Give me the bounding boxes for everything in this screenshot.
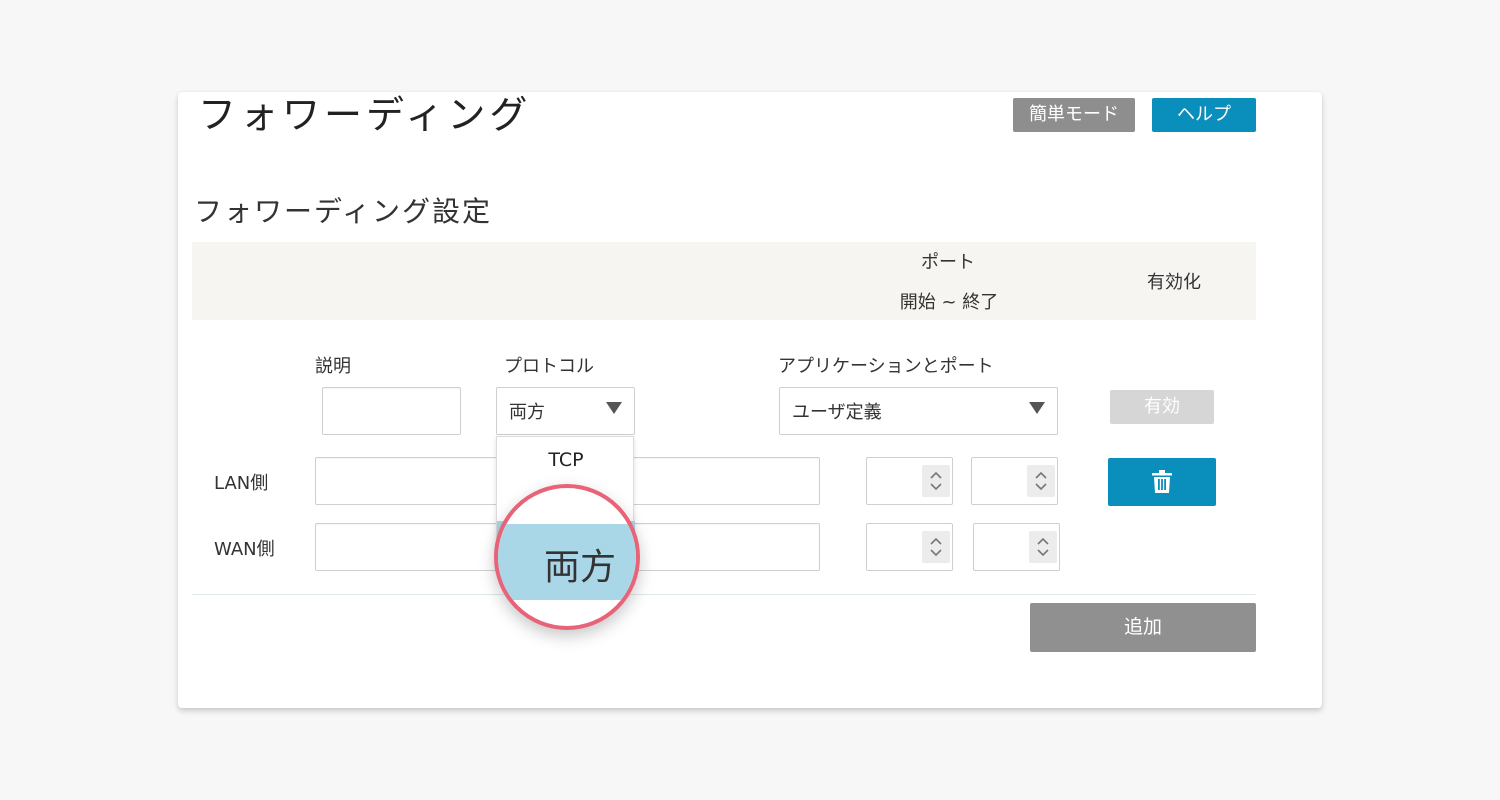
trash-icon: [1152, 470, 1172, 493]
spinner-icon[interactable]: [922, 531, 950, 563]
chevron-down-icon: [1029, 402, 1045, 414]
header-enable: 有効化: [1147, 272, 1201, 293]
chevron-down-icon: [606, 402, 622, 414]
help-button[interactable]: ヘルプ: [1152, 98, 1256, 132]
divider: [192, 594, 1256, 595]
page-title: フォワーディング: [198, 93, 532, 137]
lan-port-start-input[interactable]: [866, 457, 953, 505]
wan-label: WAN側: [214, 539, 275, 560]
description-input[interactable]: [322, 387, 461, 435]
wan-port-end-input[interactable]: [973, 523, 1060, 571]
magnified-option-label: 両方: [544, 547, 617, 588]
protocol-select-value: 両方: [509, 402, 545, 423]
app-port-label: アプリケーションとポート: [778, 356, 994, 377]
lan-port-end-input[interactable]: [971, 457, 1058, 505]
magnifier-callout: 両方: [494, 484, 640, 630]
dropdown-option-tcp[interactable]: TCP: [497, 449, 635, 471]
description-label: 説明: [315, 356, 351, 377]
enable-button[interactable]: 有効: [1110, 390, 1214, 424]
table-header: ポート 開始 ~ 終了 有効化: [192, 242, 1256, 320]
lan-label: LAN側: [214, 473, 269, 494]
header-port: ポート: [921, 252, 975, 273]
header-port-range: 開始 ~ 終了: [899, 292, 999, 313]
forwarding-panel: フォワーディング 簡単モード ヘルプ フォワーディング設定 ポート 開始 ~ 終…: [178, 92, 1322, 708]
spinner-icon[interactable]: [1027, 465, 1055, 497]
app-port-select[interactable]: ユーザ定義: [779, 387, 1058, 435]
simple-mode-button[interactable]: 簡単モード: [1013, 98, 1135, 132]
spinner-icon[interactable]: [922, 465, 950, 497]
spinner-icon[interactable]: [1029, 531, 1057, 563]
protocol-select[interactable]: 両方: [496, 387, 635, 435]
add-button[interactable]: 追加: [1030, 603, 1256, 652]
protocol-label: プロトコル: [504, 356, 594, 377]
delete-button[interactable]: [1108, 458, 1216, 506]
wan-port-start-input[interactable]: [866, 523, 953, 571]
section-title: フォワーディング設定: [194, 195, 493, 228]
app-port-select-value: ユーザ定義: [792, 402, 882, 423]
